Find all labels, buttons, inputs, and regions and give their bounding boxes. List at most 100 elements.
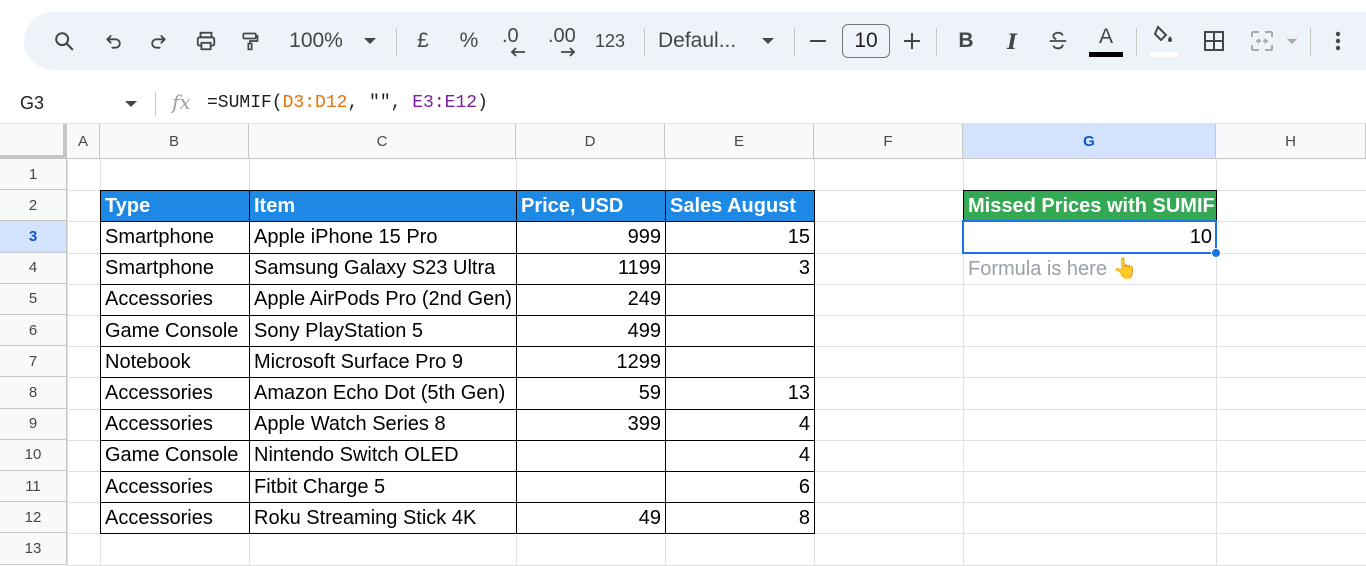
table-cell[interactable]: Accessories (101, 285, 249, 315)
undo-icon[interactable] (98, 12, 130, 70)
column-header-e[interactable]: E (665, 124, 814, 159)
table-cell[interactable] (517, 472, 665, 502)
chevron-down-icon[interactable] (358, 12, 382, 70)
table-cell[interactable]: 4 (666, 410, 814, 440)
table-cell[interactable]: 15 (666, 222, 814, 252)
row-header-12[interactable]: 12 (0, 502, 67, 534)
table-cell[interactable]: Amazon Echo Dot (5th Gen) (250, 378, 516, 408)
formula-input[interactable]: =SUMIF(D3:D12, "", E3:E12) (207, 93, 488, 113)
borders-icon[interactable] (1198, 12, 1230, 70)
table-cell[interactable]: 59 (517, 378, 665, 408)
table-cell[interactable] (666, 285, 814, 315)
formula-note-cell[interactable]: Formula is here 👆 (964, 254, 1216, 284)
column-header-d[interactable]: D (516, 124, 665, 159)
table-cell[interactable] (517, 441, 665, 471)
plus-icon[interactable] (900, 12, 924, 70)
table-cell[interactable]: Roku Streaming Stick 4K (250, 503, 516, 533)
spreadsheet-grid[interactable]: A B C D E F G H 1 2 3 4 5 6 7 8 9 10 11 12 13 Type Item Price, … (0, 124, 1366, 566)
table-cell[interactable]: Accessories (101, 503, 249, 533)
table-cell[interactable]: Notebook (101, 347, 249, 377)
table-cell[interactable]: 8 (666, 503, 814, 533)
select-all-corner[interactable] (0, 124, 67, 159)
table-cell[interactable]: 3 (666, 254, 814, 284)
chevron-down-icon[interactable] (1282, 12, 1302, 70)
column-header-g[interactable]: G (963, 124, 1216, 159)
column-header-c[interactable]: C (249, 124, 516, 159)
row-header-8[interactable]: 8 (0, 377, 67, 409)
table-cell[interactable]: 4 (666, 441, 814, 471)
table-cell[interactable]: Samsung Galaxy S23 Ultra (250, 254, 516, 284)
column-header-a[interactable]: A (67, 124, 100, 159)
increase-decimal-button[interactable]: .00 (544, 12, 584, 70)
table-cell[interactable]: Accessories (101, 378, 249, 408)
row-header-4[interactable]: 4 (0, 252, 67, 284)
row-header-7[interactable]: 7 (0, 346, 67, 378)
table-header-cell[interactable]: Sales August (666, 191, 814, 222)
redo-icon[interactable] (142, 12, 174, 70)
decrease-decimal-button[interactable]: .0 (498, 12, 534, 70)
chevron-down-icon[interactable] (756, 12, 780, 70)
zoom-select[interactable]: 100% (286, 12, 346, 70)
text-color-button[interactable]: A (1088, 12, 1124, 70)
table-cell[interactable]: Nintendo Switch OLED (250, 441, 516, 471)
table-header-cell[interactable]: Type (101, 191, 249, 222)
more-vert-icon[interactable] (1326, 12, 1350, 70)
table-cell[interactable]: Game Console (101, 316, 249, 346)
table-cell[interactable]: 499 (517, 316, 665, 346)
row-header-1[interactable]: 1 (0, 159, 67, 191)
table-cell[interactable]: Game Console (101, 441, 249, 471)
row-header-9[interactable]: 9 (0, 408, 67, 440)
row-header-6[interactable]: 6 (0, 315, 67, 347)
table-cell[interactable]: Smartphone (101, 254, 249, 284)
table-cell[interactable]: Smartphone (101, 222, 249, 252)
row-header-2[interactable]: 2 (0, 190, 67, 222)
font-family-select[interactable]: Defaul... (658, 12, 744, 70)
table-cell[interactable] (666, 347, 814, 377)
table-cell[interactable]: Fitbit Charge 5 (250, 472, 516, 502)
table-cell[interactable]: 6 (666, 472, 814, 502)
chevron-down-icon[interactable] (124, 95, 138, 113)
column-header-h[interactable]: H (1216, 124, 1366, 159)
row-header-5[interactable]: 5 (0, 283, 67, 315)
row-header-13[interactable]: 13 (0, 533, 67, 565)
table-cell[interactable]: Accessories (101, 410, 249, 440)
bold-button[interactable]: B (952, 12, 980, 70)
table-cell[interactable]: 999 (517, 222, 665, 252)
percent-format-button[interactable]: % (454, 12, 484, 70)
number-format-button[interactable]: 123 (592, 12, 628, 70)
table-cell[interactable]: 1299 (517, 347, 665, 377)
table-cell[interactable]: Microsoft Surface Pro 9 (250, 347, 516, 377)
merge-cells-icon[interactable] (1244, 12, 1280, 70)
strikethrough-icon[interactable] (1042, 12, 1074, 70)
font-size-input[interactable]: 10 (842, 24, 890, 58)
table-cell[interactable]: 13 (666, 378, 814, 408)
summary-header-cell[interactable]: Missed Prices with SUMIF (964, 191, 1216, 222)
column-header-f[interactable]: F (814, 124, 963, 159)
row-header-3[interactable]: 3 (0, 221, 67, 253)
row-header-11[interactable]: 11 (0, 471, 67, 503)
table-header-cell[interactable]: Item (250, 191, 516, 222)
minus-icon[interactable] (806, 12, 830, 70)
table-cell[interactable]: Sony PlayStation 5 (250, 316, 516, 346)
search-icon[interactable] (48, 12, 80, 70)
print-icon[interactable] (190, 12, 222, 70)
table-cell[interactable] (666, 316, 814, 346)
table-cell[interactable]: Apple AirPods Pro (2nd Gen) (250, 285, 516, 315)
column-header-b[interactable]: B (100, 124, 249, 159)
fill-color-icon[interactable] (1148, 12, 1180, 70)
italic-button[interactable]: I (998, 12, 1026, 70)
table-cell[interactable]: 249 (517, 285, 665, 315)
table-cell[interactable]: Apple Watch Series 8 (250, 410, 516, 440)
fx-icon: fx (172, 90, 191, 114)
table-cell[interactable]: Apple iPhone 15 Pro (250, 222, 516, 252)
row-header-10[interactable]: 10 (0, 439, 67, 471)
currency-format-button[interactable]: £ (408, 12, 438, 70)
table-cell[interactable]: 399 (517, 410, 665, 440)
table-cell[interactable]: 1199 (517, 254, 665, 284)
table-cell[interactable]: Accessories (101, 472, 249, 502)
name-box[interactable]: G3 (20, 93, 44, 114)
paint-format-icon[interactable] (234, 12, 266, 70)
fill-handle[interactable] (1211, 247, 1221, 258)
table-cell[interactable]: 49 (517, 503, 665, 533)
table-header-cell[interactable]: Price, USD (517, 191, 665, 222)
